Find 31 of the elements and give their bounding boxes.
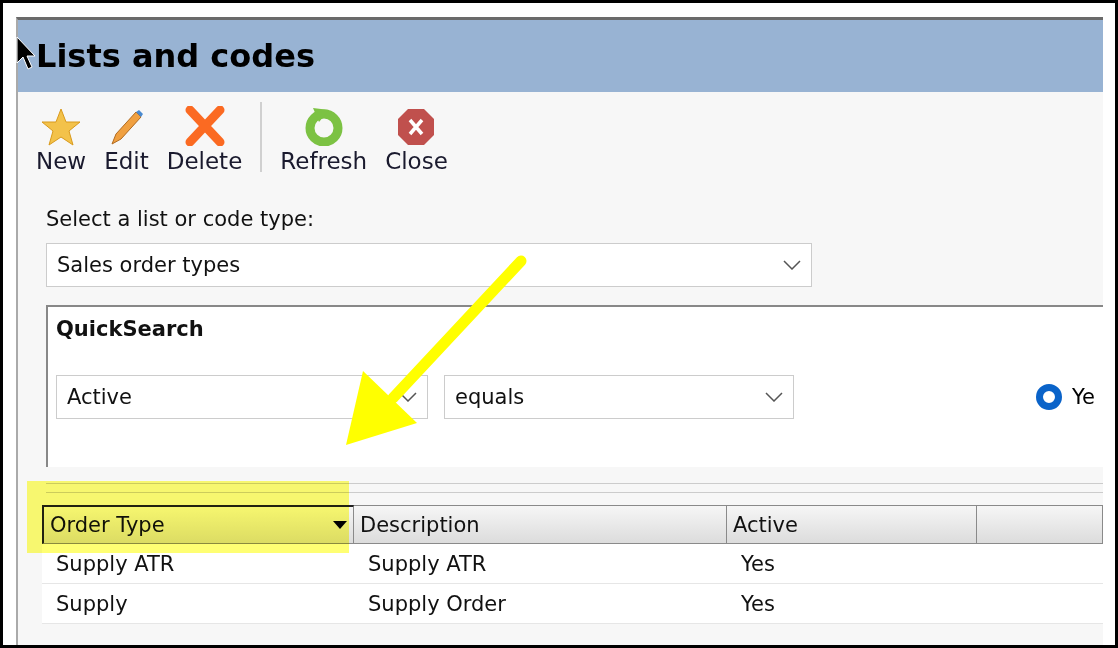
- toolbar-button[interactable]: Close: [379, 108, 454, 174]
- pencil-icon: [108, 108, 145, 146]
- chevron-down-icon: [783, 260, 801, 270]
- panel-title: QuickSearch: [56, 317, 205, 341]
- table-cell: Supply ATR: [42, 544, 354, 584]
- toolbar-button[interactable]: Edit: [98, 108, 155, 174]
- close-icon: [397, 108, 436, 146]
- toolbar-button[interactable]: Refresh: [274, 106, 374, 174]
- column-header[interactable]: Active: [727, 505, 977, 544]
- table-cell: Supply: [42, 584, 354, 624]
- operator-dropdown[interactable]: equals: [444, 375, 794, 419]
- list-type-dropdown[interactable]: Sales order types: [46, 243, 812, 287]
- chevron-down-icon: [399, 392, 417, 402]
- column-header[interactable]: Description: [354, 505, 727, 544]
- window-title: Lists and codes: [18, 20, 1103, 92]
- sort-icon: [333, 521, 347, 529]
- column-header[interactable]: Order Type: [42, 505, 354, 544]
- toolbar-button[interactable]: Delete: [160, 106, 249, 174]
- radio-button[interactable]: [1036, 384, 1063, 410]
- table-cell: Supply Order: [354, 584, 727, 624]
- field-label: Select a list or code type:: [46, 207, 315, 231]
- radio-label: Ye: [1072, 385, 1095, 409]
- cross-icon: [183, 106, 226, 146]
- splitter-bar[interactable]: [46, 483, 1103, 493]
- table-cell: Yes: [727, 584, 977, 624]
- table-cell: Yes: [727, 544, 977, 584]
- toolbar-button[interactable]: New: [30, 108, 93, 174]
- table-cell: Supply ATR: [354, 544, 727, 584]
- star-icon: [41, 108, 82, 146]
- column-header[interactable]: [977, 505, 1103, 544]
- chevron-down-icon: [765, 392, 783, 402]
